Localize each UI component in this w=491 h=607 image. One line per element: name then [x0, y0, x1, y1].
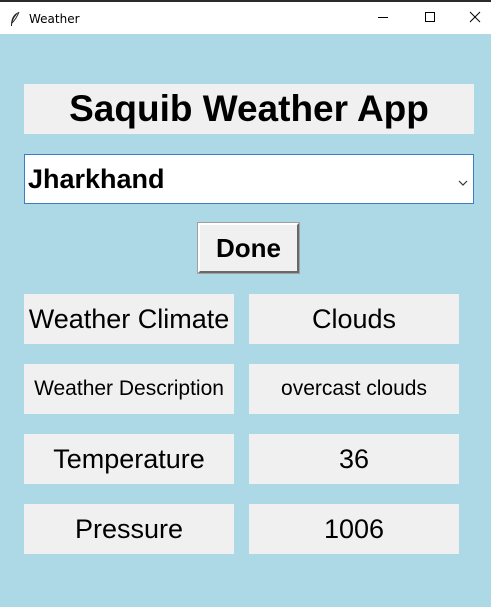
- title-bar[interactable]: Weather: [0, 4, 491, 34]
- temperature-value: 36: [249, 434, 459, 484]
- feather-icon: [9, 11, 21, 27]
- state-select[interactable]: Jharkhand: [24, 154, 474, 204]
- done-button[interactable]: Done: [197, 222, 300, 274]
- minimize-icon: [377, 10, 389, 28]
- app-body: Saquib Weather App Jharkhand Done Weathe…: [0, 34, 491, 607]
- state-select-value: Jharkhand: [28, 164, 165, 194]
- window-title: Weather: [29, 12, 80, 26]
- weather-description-label: Weather Description: [24, 364, 234, 414]
- maximize-icon: [424, 10, 436, 28]
- pressure-value: 1006: [249, 504, 459, 554]
- close-button[interactable]: [452, 4, 491, 34]
- temperature-label: Temperature: [24, 434, 234, 484]
- close-icon: [469, 10, 481, 28]
- weather-climate-label: Weather Climate: [24, 294, 234, 344]
- app-heading: Saquib Weather App: [24, 84, 474, 134]
- pressure-label: Pressure: [24, 504, 234, 554]
- maximize-button[interactable]: [407, 4, 453, 34]
- chevron-down-icon[interactable]: [458, 174, 468, 186]
- app-window: Weather Saquib Weather App Jharkhand Don…: [0, 0, 491, 607]
- minimize-button[interactable]: [360, 4, 406, 34]
- weather-climate-value: Clouds: [249, 294, 459, 344]
- weather-description-value: overcast clouds: [249, 364, 459, 414]
